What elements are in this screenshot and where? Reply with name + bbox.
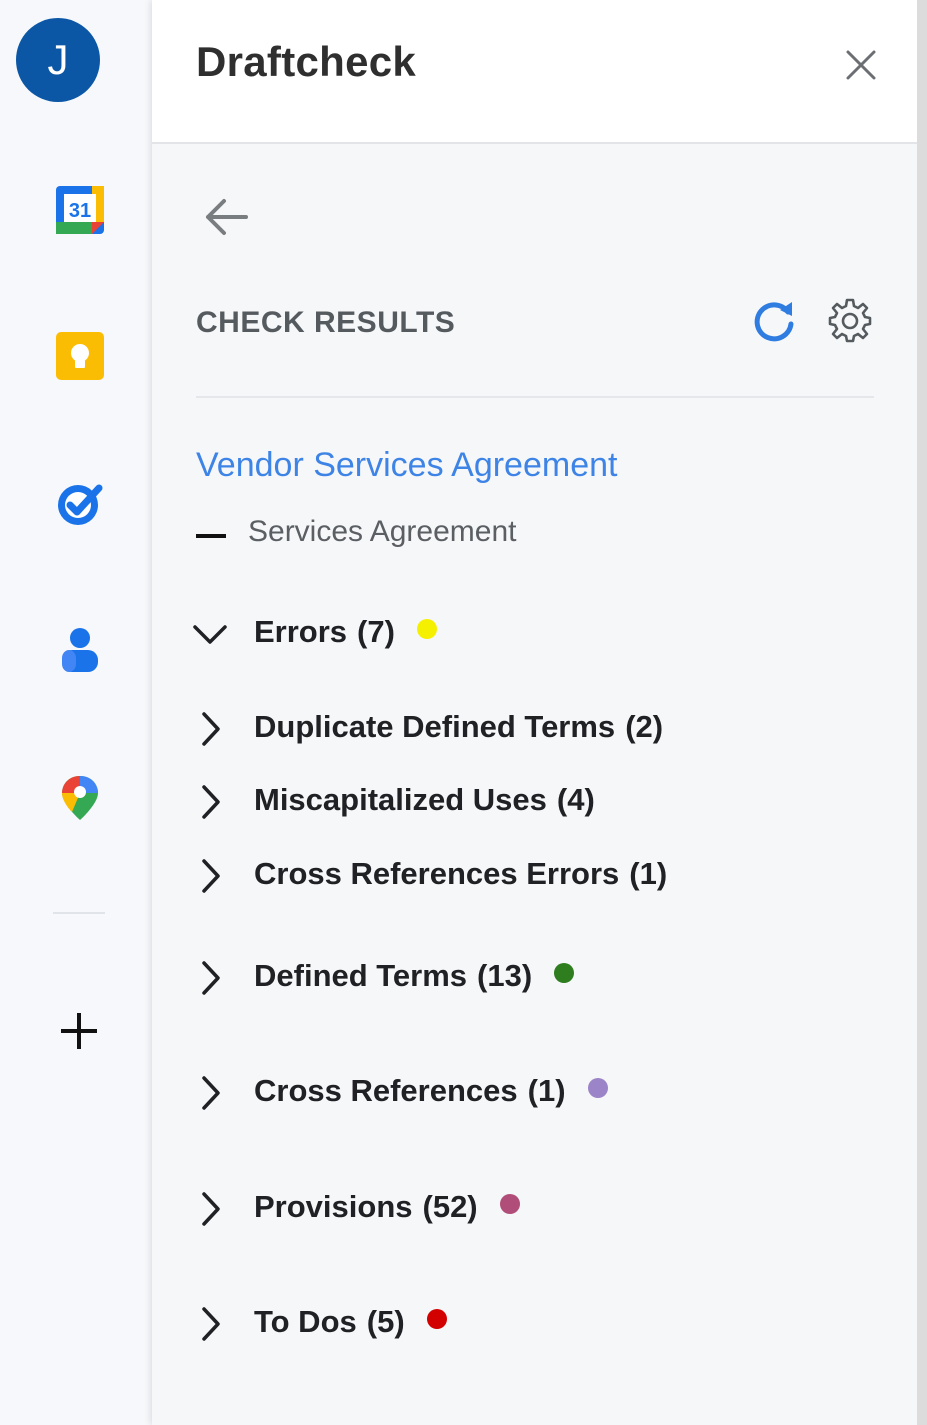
category-count: (4) [556,782,595,817]
category-count: (2) [625,709,664,744]
category-count: (5) [366,1304,405,1339]
category-label: Cross References Errors [254,856,620,891]
category-count: (1) [629,856,668,891]
tasks-icon[interactable] [54,478,106,530]
status-dot [426,1309,447,1329]
chevron-right-icon [202,961,220,995]
category-label: Cross References [254,1073,518,1108]
section-title: CHECK RESULTS [196,306,456,339]
chevron-down-icon [193,625,227,644]
draftcheck-panel: Draftcheck CHECK RESULTS Vendor Services… [152,0,917,1425]
plus-icon[interactable] [58,1010,100,1052]
chevron-right-icon [202,859,220,893]
chevron-right-icon [202,1192,220,1226]
chevron-right-icon [202,1307,220,1341]
category-count: (7) [357,614,395,649]
status-dot [554,963,575,983]
category-label: To Dos [254,1304,357,1339]
chevron-right-icon [202,785,220,819]
section-divider [196,396,874,398]
calendar-date-text: 31 [69,200,91,222]
category-label: Errors [254,614,348,649]
status-dot [499,1194,520,1214]
contacts-icon[interactable] [54,624,106,676]
rail-divider [53,912,105,914]
refresh-icon[interactable] [750,298,798,346]
user-avatar[interactable]: J [16,18,100,102]
category-label: Miscapitalized Uses [254,782,547,817]
category-count: (1) [527,1073,566,1108]
keep-icon[interactable] [54,330,106,382]
category-label: Provisions [254,1189,413,1224]
category-label: Defined Terms [254,958,468,993]
close-icon[interactable] [844,48,878,82]
document-title-link[interactable]: Vendor Services Agreement [196,446,617,485]
category-label: Duplicate Defined Terms [254,709,616,744]
collapse-dash-icon[interactable] [196,534,226,538]
status-dot [587,1078,608,1098]
scrollbar[interactable] [917,0,927,1425]
status-dot [416,619,437,639]
category-count: (52) [422,1189,478,1224]
chevron-right-icon [202,712,220,746]
category-count: (13) [477,958,533,993]
gear-icon[interactable] [826,296,874,344]
back-arrow-icon[interactable] [202,195,250,239]
app-title: Draftcheck [196,38,417,85]
maps-icon[interactable] [54,772,106,824]
document-subtitle: Services Agreement [248,515,517,548]
side-app-rail: J 31 [0,0,152,1425]
calendar-icon[interactable]: 31 [54,184,106,236]
panel-header: Draftcheck [152,0,917,144]
chevron-right-icon [202,1076,220,1110]
